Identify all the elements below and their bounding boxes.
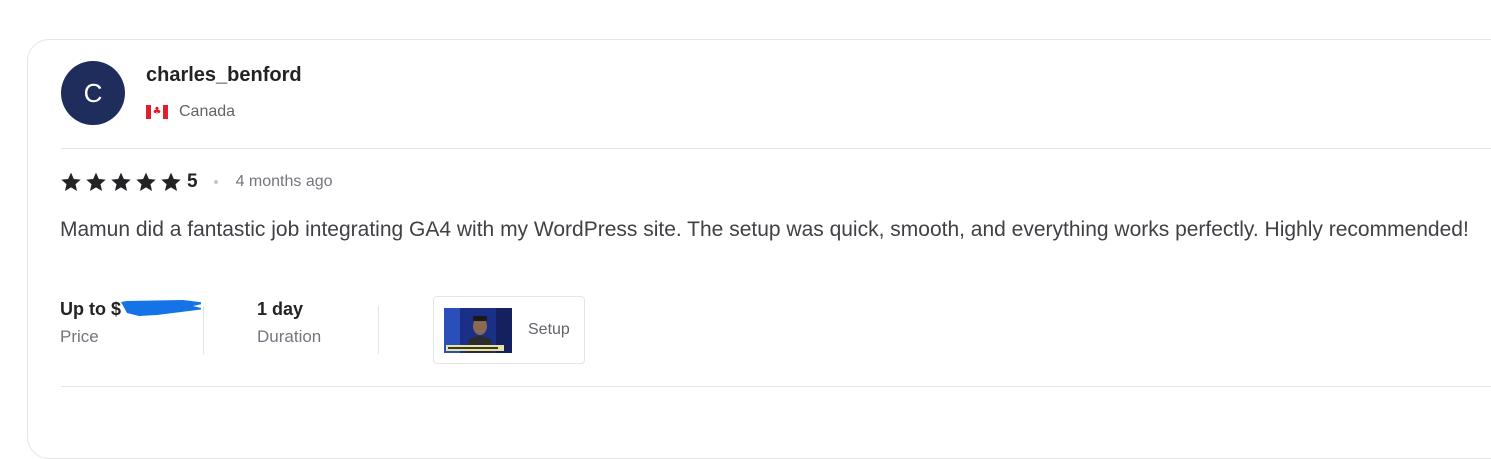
deliverable-preview[interactable]: Setup [433, 296, 585, 364]
star-icon [61, 172, 81, 191]
price-value: Up to $ [60, 299, 121, 319]
star-icon [86, 172, 106, 191]
separator-dot [213, 180, 218, 184]
divider [61, 148, 1491, 149]
star-icon [161, 172, 181, 191]
price-info: Up to $ Price [60, 296, 201, 350]
thumbnail-image [444, 307, 512, 353]
redaction-mark [121, 300, 201, 316]
review-text: Mamun did a fantastic job integrating GA… [60, 218, 1469, 241]
star-icon [111, 172, 131, 191]
rating-value: 5 [187, 171, 198, 192]
price-label: Price [60, 327, 99, 346]
price-value-row: Up to $ [60, 296, 201, 322]
star-icon [136, 172, 156, 191]
star-rating [60, 171, 185, 193]
reviewer-country-row: ♣ Canada [146, 101, 235, 123]
meta-divider [378, 306, 379, 354]
deliverable-label: Setup [528, 321, 570, 338]
canada-flag-icon: ♣ [146, 105, 168, 119]
duration-info: 1 day Duration [257, 296, 321, 350]
meta-divider [203, 306, 204, 354]
duration-label: Duration [257, 327, 322, 346]
duration-value: 1 day [257, 299, 304, 319]
divider [61, 386, 1491, 387]
reviewer-username[interactable]: charles_benford [146, 62, 302, 88]
review-card [27, 39, 1491, 459]
review-time: 4 months ago [235, 173, 333, 190]
reviewer-country: Canada [179, 103, 236, 120]
avatar[interactable]: C [61, 61, 125, 125]
video-thumbnail[interactable] [444, 307, 512, 353]
rating-row: 5 4 months ago [60, 170, 333, 194]
